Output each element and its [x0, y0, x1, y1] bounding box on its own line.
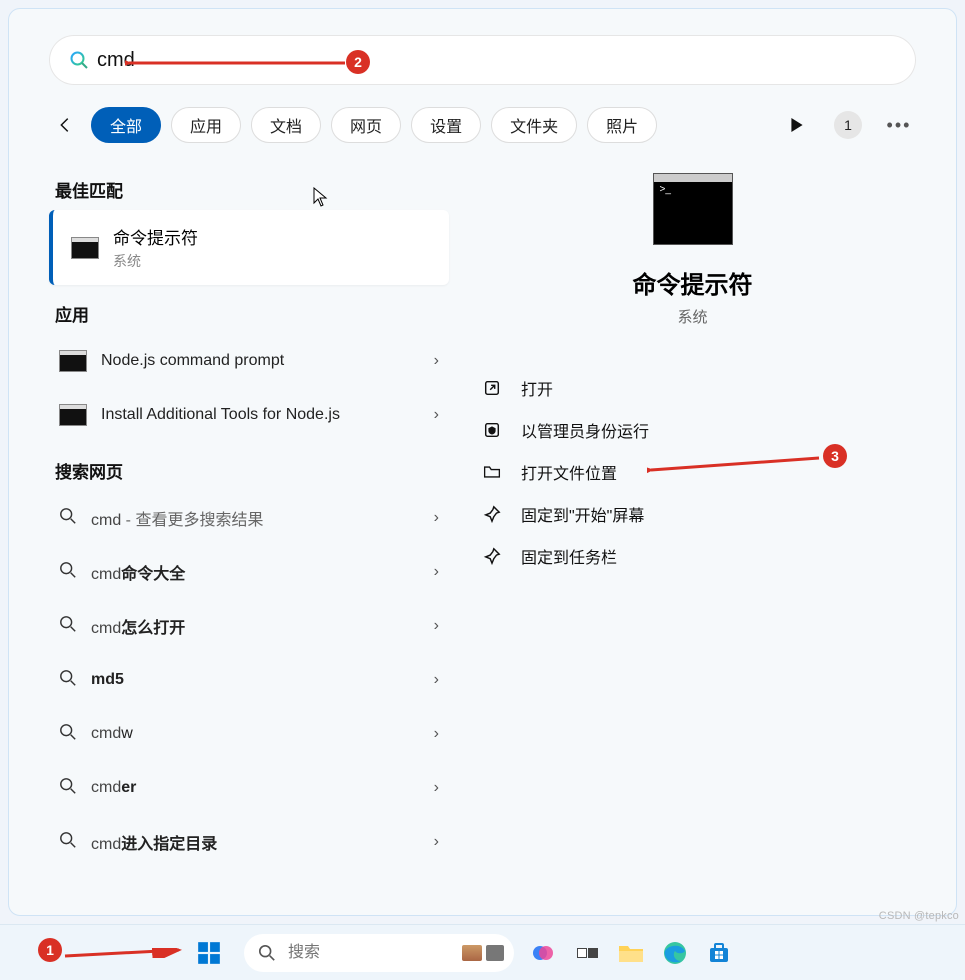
chevron-right-icon: ›: [434, 509, 439, 527]
web-result[interactable]: cmd - 查看更多搜索结果 ›: [49, 491, 449, 545]
chevron-right-icon: ›: [434, 779, 439, 797]
tab-docs[interactable]: 文档: [251, 107, 321, 143]
action-pin[interactable]: 固定到"开始"屏幕: [481, 493, 916, 535]
cmd-icon: [71, 237, 99, 259]
taskbar-search[interactable]: [244, 934, 514, 972]
chevron-right-icon: ›: [434, 563, 439, 581]
search-icon: [59, 669, 77, 692]
app-result[interactable]: Install Additional Tools for Node.js ›: [49, 388, 449, 442]
web-result-label: md5: [91, 671, 420, 689]
section-apps: 应用: [55, 301, 449, 326]
search-icon: [59, 723, 77, 746]
best-match-title: 命令提示符: [113, 224, 198, 249]
folder-icon: [481, 463, 503, 481]
tab-settings[interactable]: 设置: [411, 107, 481, 143]
action-label: 打开文件位置: [521, 460, 617, 484]
cmd-icon: [59, 350, 87, 372]
web-result-label: cmder: [91, 779, 420, 797]
tab-photos[interactable]: 照片: [587, 107, 657, 143]
annotation-arrow-3: [647, 456, 822, 474]
detail-app-icon: [653, 173, 733, 245]
annotation-arrow-2: [125, 58, 350, 68]
task-view-icon[interactable]: [572, 938, 602, 968]
watermark: CSDN @tepkco: [879, 910, 959, 922]
chevron-right-icon: ›: [434, 352, 439, 370]
cursor-icon: [313, 187, 329, 212]
search-icon: [258, 944, 276, 962]
action-label: 以管理员身份运行: [521, 418, 649, 442]
pin-icon: [481, 505, 503, 523]
annotation-arrow-1: [63, 948, 183, 958]
annotation-bubble-1: 1: [38, 938, 62, 962]
section-best-match: 最佳匹配: [55, 177, 449, 202]
search-icon: [59, 615, 77, 638]
web-result[interactable]: cmder ›: [49, 761, 449, 815]
start-button[interactable]: [194, 938, 224, 968]
search-icon: [59, 507, 77, 530]
action-label: 固定到任务栏: [521, 544, 617, 568]
taskbar-search-widgets: [462, 945, 504, 961]
open-icon: [481, 379, 503, 397]
web-result-label: cmd进入指定目录: [91, 830, 420, 854]
search-icon: [59, 561, 77, 584]
back-button[interactable]: [49, 109, 81, 141]
more-icon[interactable]: •••: [882, 108, 916, 142]
pin-icon: [481, 547, 503, 565]
web-result-label: cmd怎么打开: [91, 614, 420, 638]
annotation-bubble-2: 2: [346, 50, 370, 74]
web-result-label: cmd命令大全: [91, 560, 420, 584]
action-label: 打开: [521, 376, 553, 400]
play-icon[interactable]: [780, 108, 814, 142]
detail-column: 命令提示符 系统 打开以管理员身份运行打开文件位置固定到"开始"屏幕固定到任务栏: [469, 161, 916, 869]
tab-web[interactable]: 网页: [331, 107, 401, 143]
tab-apps[interactable]: 应用: [171, 107, 241, 143]
copilot-icon[interactable]: [528, 938, 558, 968]
tab-folders[interactable]: 文件夹: [491, 107, 577, 143]
action-pin[interactable]: 固定到任务栏: [481, 535, 916, 577]
results-column: 最佳匹配 命令提示符 系统 应用 Node.js command prompt ›…: [49, 161, 449, 869]
store-icon[interactable]: [704, 938, 734, 968]
result-count-badge[interactable]: 1: [834, 111, 862, 139]
best-match-item[interactable]: 命令提示符 系统: [49, 210, 449, 285]
app-result-title: Install Additional Tools for Node.js: [101, 406, 420, 424]
web-result[interactable]: md5 ›: [49, 653, 449, 707]
search-icon: [69, 50, 95, 70]
filter-toolbar: 全部 应用 文档 网页 设置 文件夹 照片 1 •••: [49, 107, 916, 143]
search-icon: [59, 777, 77, 800]
app-result[interactable]: Node.js command prompt ›: [49, 334, 449, 388]
tab-all[interactable]: 全部: [91, 107, 161, 143]
detail-title: 命令提示符: [469, 265, 916, 300]
cmd-icon: [59, 404, 87, 426]
chevron-right-icon: ›: [434, 406, 439, 424]
web-result[interactable]: cmd命令大全 ›: [49, 545, 449, 599]
best-match-subtitle: 系统: [113, 251, 198, 271]
annotation-bubble-3: 3: [823, 444, 847, 468]
shield-icon: [481, 421, 503, 439]
web-result[interactable]: cmd进入指定目录 ›: [49, 815, 449, 869]
web-result[interactable]: cmdw ›: [49, 707, 449, 761]
search-icon: [59, 831, 77, 854]
file-explorer-icon[interactable]: [616, 938, 646, 968]
detail-kind: 系统: [469, 306, 916, 327]
section-web: 搜索网页: [55, 458, 449, 483]
chevron-right-icon: ›: [434, 617, 439, 635]
action-label: 固定到"开始"屏幕: [521, 502, 644, 526]
web-result-label: cmdw: [91, 725, 420, 743]
chevron-right-icon: ›: [434, 671, 439, 689]
web-result[interactable]: cmd怎么打开 ›: [49, 599, 449, 653]
chevron-right-icon: ›: [434, 833, 439, 851]
app-result-title: Node.js command prompt: [101, 352, 420, 370]
web-result-label: cmd - 查看更多搜索结果: [91, 506, 420, 530]
action-shield[interactable]: 以管理员身份运行: [481, 409, 916, 451]
action-open[interactable]: 打开: [481, 367, 916, 409]
chevron-right-icon: ›: [434, 725, 439, 743]
edge-icon[interactable]: [660, 938, 690, 968]
